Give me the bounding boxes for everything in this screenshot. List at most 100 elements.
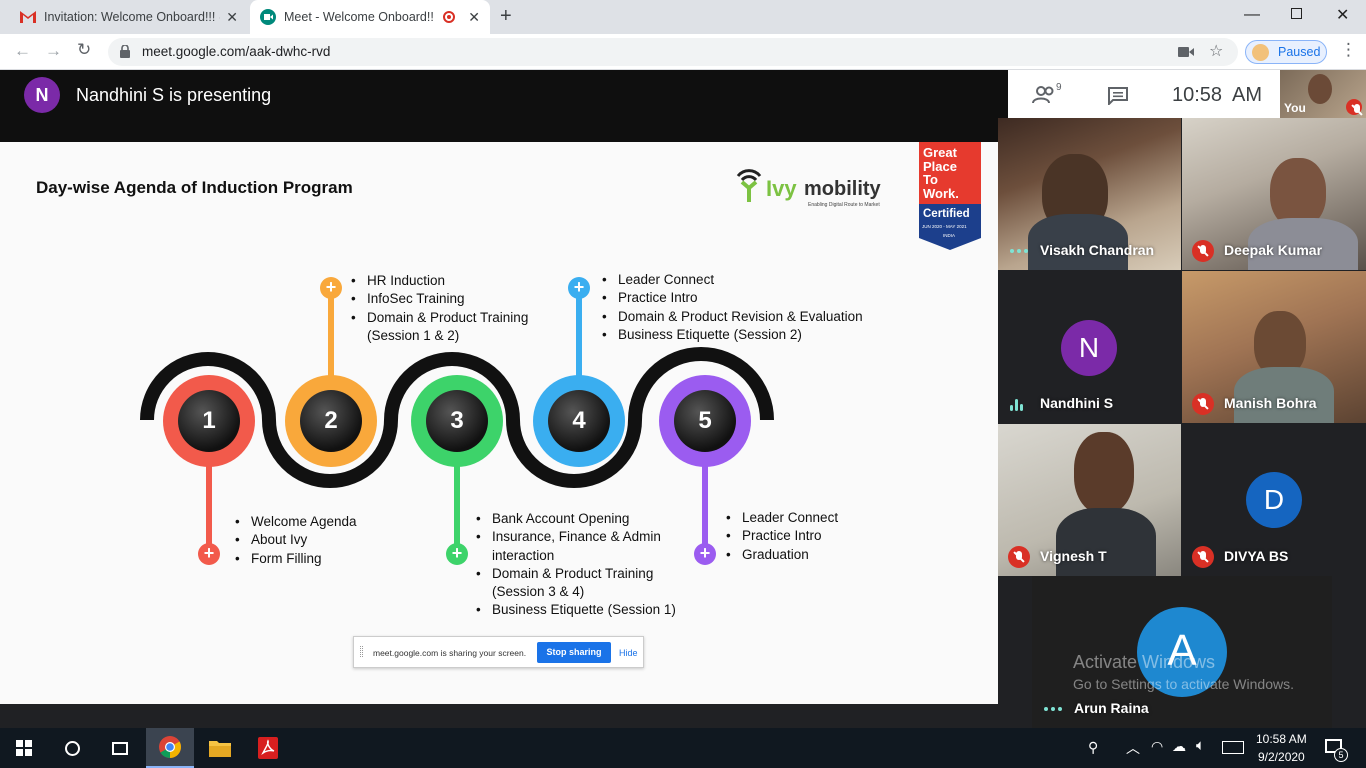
pdf-icon (258, 737, 278, 759)
search-button[interactable] (48, 728, 96, 768)
list-item: Domain & Product Training (Session 1 & 2… (349, 309, 549, 346)
menu-kebab-icon[interactable]: ⋮ (1340, 40, 1357, 60)
step-3-number: 3 (426, 390, 488, 452)
gmail-icon (20, 11, 36, 23)
step-3-list: Bank Account Opening Insurance, Finance … (474, 510, 684, 620)
avatar: D (1246, 472, 1302, 528)
hide-button[interactable]: Hide (619, 648, 638, 658)
forward-icon[interactable]: → (45, 41, 62, 61)
taskbar-time[interactable]: 10:58 AM (1256, 732, 1307, 746)
list-item: About Ivy (233, 531, 357, 550)
profile-paused-button[interactable]: Paused (1245, 40, 1327, 64)
keyboard-icon[interactable] (1222, 741, 1244, 754)
tab-gmail-invitation[interactable]: Invitation: Welcome Onboard!!! @ ✕ (8, 0, 248, 34)
step-3-plus-icon: + (446, 543, 468, 565)
participant-face (1056, 508, 1156, 576)
participant-tile[interactable]: D DIVYA BS (1182, 424, 1366, 576)
search-circle-icon (64, 740, 80, 756)
windows-logo-icon (16, 740, 32, 756)
reload-icon[interactable]: ↻ (77, 40, 91, 60)
screen-share-banner: meet.google.com is sharing your screen. … (353, 636, 644, 668)
omnibox[interactable]: meet.google.com/aak-dwhc-rvd ☆ (108, 38, 1238, 66)
list-item: Leader Connect (600, 271, 890, 290)
list-item: Leader Connect (724, 509, 838, 528)
file-explorer-button[interactable] (196, 728, 244, 768)
profile-status: Paused (1278, 45, 1321, 59)
bookmark-star-icon[interactable]: ☆ (1209, 41, 1223, 61)
self-face (1308, 74, 1332, 104)
back-icon[interactable]: ← (14, 41, 31, 61)
mic-off-icon (1192, 546, 1214, 568)
people-count: 9 (1056, 82, 1062, 93)
people-icon[interactable] (1032, 86, 1058, 104)
participant-tile[interactable]: A Arun Raina Activate Windows Go to Sett… (1032, 576, 1332, 728)
task-view-button[interactable] (96, 728, 144, 768)
participant-tile[interactable]: Manish Bohra (1182, 271, 1366, 423)
meet-icon (260, 9, 276, 25)
tab-title: Meet - Welcome Onboard!!! (284, 10, 434, 24)
chrome-icon (159, 736, 181, 758)
step-1-number: 1 (178, 390, 240, 452)
close-window-icon[interactable]: ✕ (1336, 5, 1349, 25)
acrobat-button[interactable] (244, 728, 292, 768)
taskbar-date[interactable]: 9/2/2020 (1258, 750, 1305, 764)
mic-off-icon (1346, 99, 1362, 115)
minimize-icon[interactable]: — (1244, 6, 1260, 24)
list-item: Business Etiquette (Session 1) (474, 601, 684, 620)
step-4-number: 4 (548, 390, 610, 452)
step-5-list: Leader Connect Practice Intro Graduation (724, 509, 838, 564)
people-tray-icon[interactable]: ⚲ (1088, 739, 1098, 756)
cloud-icon[interactable]: ☁ (1172, 738, 1186, 755)
close-tab-icon[interactable]: ✕ (226, 9, 238, 26)
list-item: Welcome Agenda (233, 513, 357, 532)
stop-sharing-button[interactable]: Stop sharing (537, 642, 611, 663)
step-1-plus-icon: + (198, 543, 220, 565)
step-5-plus-icon: + (694, 543, 716, 565)
tab-meet[interactable]: Meet - Welcome Onboard!!! ✕ (250, 0, 490, 34)
participant-name: DIVYA BS (1224, 548, 1289, 564)
list-item: HR Induction (349, 272, 549, 291)
talking-indicator-icon (1010, 249, 1032, 253)
participant-tile[interactable]: Vignesh T (998, 424, 1181, 576)
start-button[interactable] (0, 728, 48, 768)
self-view-tile[interactable]: You (1280, 70, 1366, 118)
list-item: Graduation (724, 546, 838, 565)
volume-icon[interactable]: 🔈︎ (1196, 737, 1205, 754)
url-text: meet.google.com/aak-dwhc-rvd (142, 44, 331, 59)
list-item: Domain & Product Revision & Evaluation (600, 308, 890, 327)
step-1-list: Welcome Agenda About Ivy Form Filling (233, 513, 357, 568)
participant-tile[interactable]: N Nandhini S (998, 271, 1181, 423)
new-tab-icon[interactable]: + (500, 5, 512, 28)
restore-icon[interactable] (1291, 8, 1302, 19)
participant-tile[interactable]: Visakh Chandran (998, 118, 1181, 270)
participant-name: Visakh Chandran (1040, 242, 1155, 258)
meet-top-bar: 9 10:58 AM (1008, 70, 1280, 118)
chat-icon[interactable] (1108, 87, 1128, 105)
watermark-subtitle: Go to Settings to activate Windows. (1073, 676, 1294, 692)
list-item: Domain & Product Training (Session 3 & 4… (474, 565, 684, 602)
participant-name: Vignesh T (1040, 548, 1107, 564)
participant-tile[interactable]: Deepak Kumar (1182, 118, 1366, 270)
watermark-title: Activate Windows (1073, 652, 1216, 672)
avatar (1252, 44, 1269, 61)
self-label: You (1284, 101, 1306, 115)
address-bar: ← → ↻ meet.google.com/aak-dwhc-rvd ☆ Pau… (0, 34, 1366, 70)
drag-handle-icon[interactable] (360, 646, 363, 657)
step-2-number: 2 (300, 390, 362, 452)
step-2-plus-icon: + (320, 277, 342, 299)
participant-name: Deepak Kumar (1224, 242, 1323, 258)
close-tab-icon[interactable]: ✕ (468, 9, 480, 26)
windows-taskbar: ⚲ ︿ ◠ ☁ 🔈︎ 10:58 AM 9/2/2020 5 (0, 728, 1366, 768)
step-4-plus-icon: + (568, 277, 590, 299)
wifi-icon[interactable]: ◠ (1151, 738, 1163, 755)
chrome-taskbar-button[interactable] (146, 728, 194, 768)
camera-icon[interactable] (1178, 47, 1194, 57)
folder-icon (209, 741, 231, 757)
list-item: Bank Account Opening (474, 510, 684, 529)
list-item: Insurance, Finance & Admin interaction (474, 528, 684, 565)
participant-name: Nandhini S (1040, 395, 1114, 411)
step-2-list: HR Induction InfoSec Training Domain & P… (349, 272, 549, 345)
share-banner-text: meet.google.com is sharing your screen. (373, 648, 527, 658)
task-view-icon (112, 741, 128, 755)
show-hidden-icons[interactable]: ︿ (1126, 738, 1140, 758)
